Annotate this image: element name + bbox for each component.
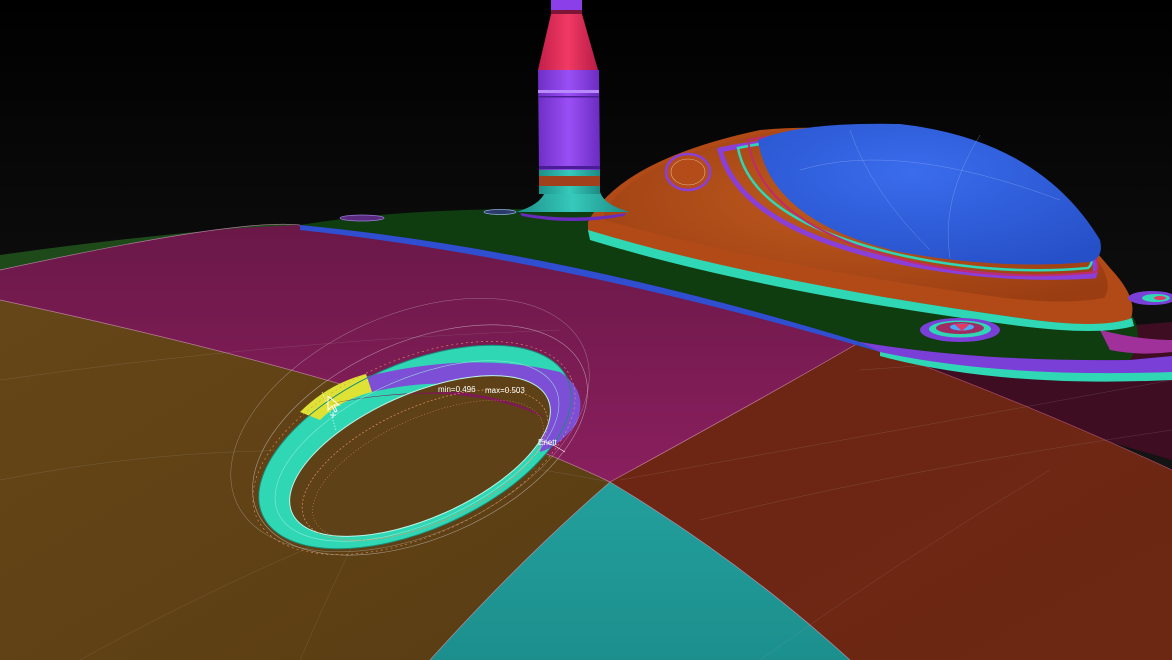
min-readout: min=0.496 <box>438 385 476 394</box>
edge-marker-label: Enett <box>538 438 557 447</box>
stack-band-1 <box>538 90 599 93</box>
exhaust-stack[interactable] <box>516 0 630 221</box>
3d-viewport[interactable]: min=0.496 max=0.503 Enett <box>0 0 1172 660</box>
far-vent-mid[interactable] <box>483 209 517 215</box>
stack-tip-purple[interactable] <box>551 0 582 10</box>
deck-hatch[interactable] <box>920 318 1000 342</box>
stack-band-3 <box>539 166 600 169</box>
stack-base-ring-rust[interactable] <box>539 176 600 186</box>
max-readout: max=0.503 <box>485 386 525 395</box>
3d-scene[interactable]: min=0.496 max=0.503 Enett <box>0 0 1172 660</box>
far-vent-left[interactable] <box>339 214 385 222</box>
stack-band-2 <box>538 96 599 98</box>
stack-tip-band <box>551 10 582 14</box>
deck-hatch-far-right[interactable] <box>1128 291 1172 305</box>
dome-porthole[interactable] <box>664 152 712 192</box>
stack-body-purple[interactable] <box>538 70 600 170</box>
